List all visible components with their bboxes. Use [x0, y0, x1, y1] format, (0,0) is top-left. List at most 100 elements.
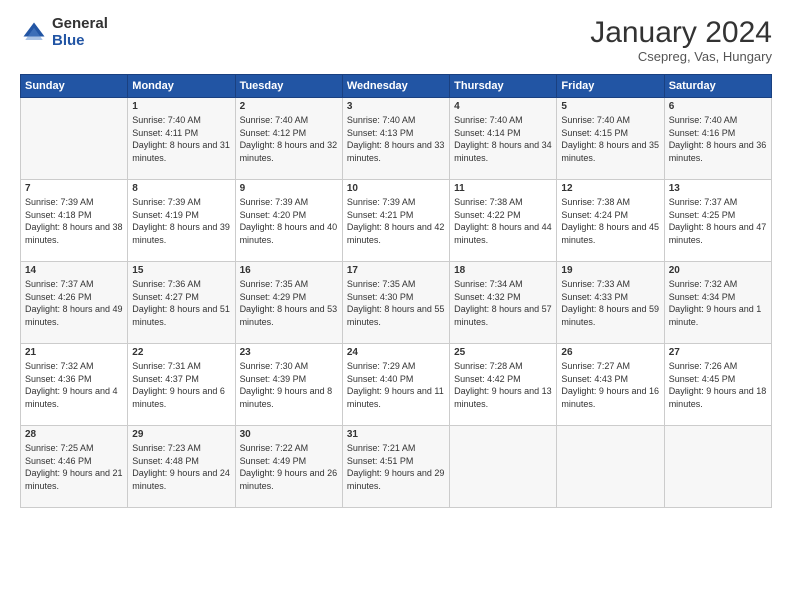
header-wednesday: Wednesday — [342, 75, 449, 98]
calendar-cell: 31 Sunrise: 7:21 AMSunset: 4:51 PMDaylig… — [342, 426, 449, 508]
calendar-cell: 21 Sunrise: 7:32 AMSunset: 4:36 PMDaylig… — [21, 344, 128, 426]
calendar-cell: 6 Sunrise: 7:40 AMSunset: 4:16 PMDayligh… — [664, 98, 771, 180]
cell-content: Sunrise: 7:40 AMSunset: 4:14 PMDaylight:… — [454, 114, 552, 164]
cell-content: Sunrise: 7:35 AMSunset: 4:29 PMDaylight:… — [240, 278, 338, 328]
day-number: 15 — [132, 265, 230, 276]
calendar-week-1: 1 Sunrise: 7:40 AMSunset: 4:11 PMDayligh… — [21, 98, 772, 180]
cell-content: Sunrise: 7:23 AMSunset: 4:48 PMDaylight:… — [132, 442, 230, 492]
calendar-week-4: 21 Sunrise: 7:32 AMSunset: 4:36 PMDaylig… — [21, 344, 772, 426]
calendar-cell: 20 Sunrise: 7:32 AMSunset: 4:34 PMDaylig… — [664, 262, 771, 344]
cell-content: Sunrise: 7:35 AMSunset: 4:30 PMDaylight:… — [347, 278, 445, 328]
cell-content: Sunrise: 7:21 AMSunset: 4:51 PMDaylight:… — [347, 442, 445, 492]
title-block: January 2024 Csepreg, Vas, Hungary — [590, 16, 772, 64]
day-number: 8 — [132, 183, 230, 194]
day-number: 27 — [669, 347, 767, 358]
day-number: 25 — [454, 347, 552, 358]
day-number: 11 — [454, 183, 552, 194]
cell-content: Sunrise: 7:36 AMSunset: 4:27 PMDaylight:… — [132, 278, 230, 328]
day-number: 2 — [240, 101, 338, 112]
calendar-cell: 7 Sunrise: 7:39 AMSunset: 4:18 PMDayligh… — [21, 180, 128, 262]
calendar-cell: 27 Sunrise: 7:26 AMSunset: 4:45 PMDaylig… — [664, 344, 771, 426]
location: Csepreg, Vas, Hungary — [590, 49, 772, 64]
calendar-cell: 5 Sunrise: 7:40 AMSunset: 4:15 PMDayligh… — [557, 98, 664, 180]
day-number: 19 — [561, 265, 659, 276]
day-number: 29 — [132, 429, 230, 440]
day-number: 9 — [240, 183, 338, 194]
logo-general: General — [52, 16, 108, 33]
cell-content: Sunrise: 7:22 AMSunset: 4:49 PMDaylight:… — [240, 442, 338, 492]
cell-content: Sunrise: 7:34 AMSunset: 4:32 PMDaylight:… — [454, 278, 552, 328]
day-number: 30 — [240, 429, 338, 440]
cell-content: Sunrise: 7:39 AMSunset: 4:21 PMDaylight:… — [347, 196, 445, 246]
calendar-cell: 30 Sunrise: 7:22 AMSunset: 4:49 PMDaylig… — [235, 426, 342, 508]
calendar-cell: 2 Sunrise: 7:40 AMSunset: 4:12 PMDayligh… — [235, 98, 342, 180]
calendar-week-2: 7 Sunrise: 7:39 AMSunset: 4:18 PMDayligh… — [21, 180, 772, 262]
logo-blue: Blue — [52, 33, 108, 50]
calendar-cell: 25 Sunrise: 7:28 AMSunset: 4:42 PMDaylig… — [450, 344, 557, 426]
calendar-cell — [450, 426, 557, 508]
calendar-cell: 1 Sunrise: 7:40 AMSunset: 4:11 PMDayligh… — [128, 98, 235, 180]
calendar-cell: 13 Sunrise: 7:37 AMSunset: 4:25 PMDaylig… — [664, 180, 771, 262]
calendar-cell — [557, 426, 664, 508]
calendar-body: 1 Sunrise: 7:40 AMSunset: 4:11 PMDayligh… — [21, 98, 772, 508]
day-number: 3 — [347, 101, 445, 112]
calendar-cell: 9 Sunrise: 7:39 AMSunset: 4:20 PMDayligh… — [235, 180, 342, 262]
calendar-cell — [21, 98, 128, 180]
day-number: 20 — [669, 265, 767, 276]
calendar-cell: 16 Sunrise: 7:35 AMSunset: 4:29 PMDaylig… — [235, 262, 342, 344]
header-row: Sunday Monday Tuesday Wednesday Thursday… — [21, 75, 772, 98]
calendar-cell: 15 Sunrise: 7:36 AMSunset: 4:27 PMDaylig… — [128, 262, 235, 344]
calendar-header: Sunday Monday Tuesday Wednesday Thursday… — [21, 75, 772, 98]
cell-content: Sunrise: 7:30 AMSunset: 4:39 PMDaylight:… — [240, 360, 338, 410]
day-number: 17 — [347, 265, 445, 276]
cell-content: Sunrise: 7:39 AMSunset: 4:18 PMDaylight:… — [25, 196, 123, 246]
calendar-cell: 29 Sunrise: 7:23 AMSunset: 4:48 PMDaylig… — [128, 426, 235, 508]
day-number: 28 — [25, 429, 123, 440]
calendar-cell: 19 Sunrise: 7:33 AMSunset: 4:33 PMDaylig… — [557, 262, 664, 344]
day-number: 16 — [240, 265, 338, 276]
calendar-cell — [664, 426, 771, 508]
header-monday: Monday — [128, 75, 235, 98]
cell-content: Sunrise: 7:40 AMSunset: 4:13 PMDaylight:… — [347, 114, 445, 164]
calendar-week-3: 14 Sunrise: 7:37 AMSunset: 4:26 PMDaylig… — [21, 262, 772, 344]
cell-content: Sunrise: 7:40 AMSunset: 4:16 PMDaylight:… — [669, 114, 767, 164]
cell-content: Sunrise: 7:26 AMSunset: 4:45 PMDaylight:… — [669, 360, 767, 410]
calendar-page: General Blue January 2024 Csepreg, Vas, … — [0, 0, 792, 612]
day-number: 22 — [132, 347, 230, 358]
calendar-week-5: 28 Sunrise: 7:25 AMSunset: 4:46 PMDaylig… — [21, 426, 772, 508]
day-number: 7 — [25, 183, 123, 194]
day-number: 31 — [347, 429, 445, 440]
cell-content: Sunrise: 7:37 AMSunset: 4:25 PMDaylight:… — [669, 196, 767, 246]
calendar-cell: 8 Sunrise: 7:39 AMSunset: 4:19 PMDayligh… — [128, 180, 235, 262]
calendar-cell: 22 Sunrise: 7:31 AMSunset: 4:37 PMDaylig… — [128, 344, 235, 426]
logo-text: General Blue — [52, 16, 108, 49]
cell-content: Sunrise: 7:32 AMSunset: 4:34 PMDaylight:… — [669, 278, 767, 328]
day-number: 4 — [454, 101, 552, 112]
cell-content: Sunrise: 7:32 AMSunset: 4:36 PMDaylight:… — [25, 360, 123, 410]
day-number: 13 — [669, 183, 767, 194]
calendar-table: Sunday Monday Tuesday Wednesday Thursday… — [20, 74, 772, 508]
cell-content: Sunrise: 7:31 AMSunset: 4:37 PMDaylight:… — [132, 360, 230, 410]
calendar-cell: 26 Sunrise: 7:27 AMSunset: 4:43 PMDaylig… — [557, 344, 664, 426]
logo: General Blue — [20, 16, 108, 49]
day-number: 1 — [132, 101, 230, 112]
calendar-cell: 28 Sunrise: 7:25 AMSunset: 4:46 PMDaylig… — [21, 426, 128, 508]
header: General Blue January 2024 Csepreg, Vas, … — [20, 16, 772, 64]
calendar-cell: 17 Sunrise: 7:35 AMSunset: 4:30 PMDaylig… — [342, 262, 449, 344]
cell-content: Sunrise: 7:33 AMSunset: 4:33 PMDaylight:… — [561, 278, 659, 328]
cell-content: Sunrise: 7:39 AMSunset: 4:20 PMDaylight:… — [240, 196, 338, 246]
day-number: 18 — [454, 265, 552, 276]
cell-content: Sunrise: 7:40 AMSunset: 4:12 PMDaylight:… — [240, 114, 338, 164]
calendar-cell: 24 Sunrise: 7:29 AMSunset: 4:40 PMDaylig… — [342, 344, 449, 426]
header-thursday: Thursday — [450, 75, 557, 98]
day-number: 14 — [25, 265, 123, 276]
day-number: 12 — [561, 183, 659, 194]
calendar-cell: 10 Sunrise: 7:39 AMSunset: 4:21 PMDaylig… — [342, 180, 449, 262]
month-year: January 2024 — [590, 16, 772, 49]
header-friday: Friday — [557, 75, 664, 98]
cell-content: Sunrise: 7:38 AMSunset: 4:22 PMDaylight:… — [454, 196, 552, 246]
cell-content: Sunrise: 7:29 AMSunset: 4:40 PMDaylight:… — [347, 360, 445, 410]
header-tuesday: Tuesday — [235, 75, 342, 98]
day-number: 21 — [25, 347, 123, 358]
cell-content: Sunrise: 7:27 AMSunset: 4:43 PMDaylight:… — [561, 360, 659, 410]
